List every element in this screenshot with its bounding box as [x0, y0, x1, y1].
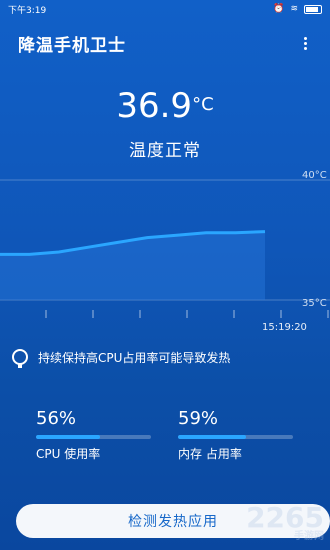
lightbulb-icon	[12, 349, 28, 368]
app-title: 降温手机卫士	[18, 35, 126, 56]
memory-usage-value: 59%	[178, 408, 219, 429]
y-tick-label-top: 40°C	[302, 170, 327, 181]
cpu-usage-label: CPU 使用率	[36, 447, 101, 461]
wifi-icon: ≋	[290, 4, 298, 14]
status-icons: ⏰ ≋	[273, 4, 322, 14]
top-bar: 降温手机卫士	[18, 30, 314, 56]
memory-metric: 59% 内存 占用率	[178, 408, 296, 478]
tip-banner: 持续保持高CPU占用率可能导致发热	[12, 346, 320, 368]
memory-usage-label: 内存 占用率	[178, 447, 242, 461]
memory-usage-bar	[178, 435, 246, 439]
series-area	[0, 231, 265, 300]
tip-text: 持续保持高CPU占用率可能导致发热	[38, 350, 231, 365]
cpu-usage-track	[36, 435, 151, 439]
cpu-usage-bar	[36, 435, 101, 439]
x-tick-label-time: 15:19:20	[262, 322, 307, 333]
temperature-unit: °C	[192, 94, 214, 115]
temperature-chart: 40°C 35°C 15:19:20	[0, 170, 330, 333]
memory-usage-track	[178, 435, 293, 439]
watermark-logo: 2265 手游网	[246, 501, 324, 542]
alarm-icon: ⏰	[273, 4, 285, 14]
cpu-usage-value: 56%	[36, 408, 77, 429]
cpu-metric: 56% CPU 使用率	[36, 408, 154, 478]
y-tick-label-bottom: 35°C	[302, 298, 327, 309]
status-bar: 下午3:19 ⏰ ≋	[0, 0, 330, 18]
temperature-readout: 36.9°C	[0, 86, 330, 126]
battery-icon	[304, 4, 322, 14]
status-time: 下午3:19	[8, 5, 47, 16]
temperature-value: 36.9	[116, 86, 193, 126]
usage-metrics: 56% CPU 使用率 59% 内存 占用率	[36, 408, 296, 478]
temperature-status: 温度正常	[129, 141, 201, 161]
more-options-icon[interactable]	[296, 32, 314, 54]
